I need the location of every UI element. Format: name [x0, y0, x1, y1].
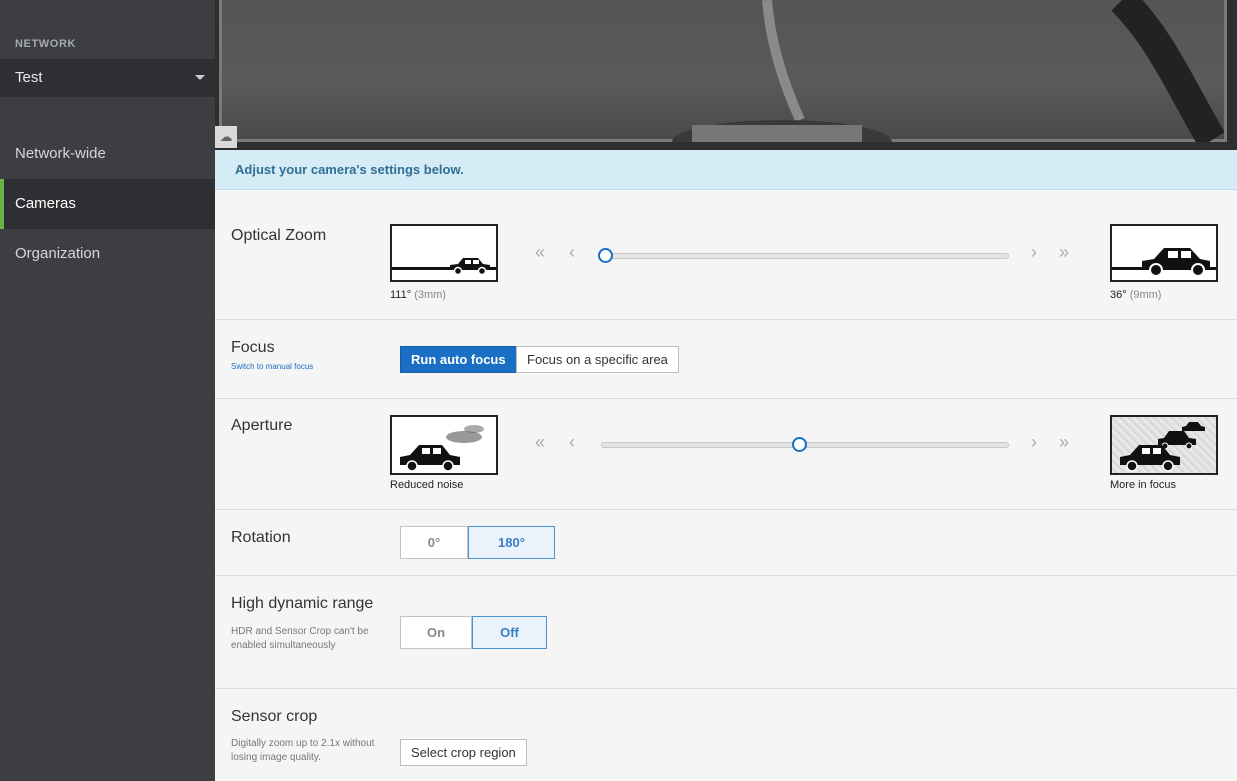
zoom-out-step-icon[interactable]: ‹ — [569, 242, 575, 263]
reduced-noise-caption: Reduced noise — [390, 479, 464, 491]
reduced-noise-thumbnail — [390, 415, 498, 475]
video-image — [672, 0, 1224, 142]
banner-text: Adjust your camera's settings below. — [235, 162, 464, 177]
aperture-row: Aperture Reduced noise « ‹ › » More in f… — [215, 399, 1237, 510]
network-selector[interactable]: Test — [0, 59, 215, 97]
telephoto-value: 36° — [1110, 289, 1127, 301]
rotation-option-0[interactable]: 0° — [400, 526, 468, 559]
wide-angle-value: 111° — [390, 289, 412, 301]
aperture-step-down-icon[interactable]: ‹ — [569, 432, 575, 453]
optical-zoom-row: Optical Zoom 111° (3mm) « ‹ › » 36° (9mm… — [215, 190, 1237, 320]
zoom-in-step-icon[interactable]: › — [1031, 242, 1037, 263]
network-label: NETWORK — [15, 38, 77, 50]
zoom-out-max-icon[interactable]: « — [535, 242, 545, 263]
zoom-slider-handle[interactable] — [597, 248, 613, 263]
switch-to-manual-focus-link[interactable]: Switch to manual focus — [231, 362, 313, 371]
main-content: ☁ Adjust your camera's settings below. O… — [215, 0, 1237, 781]
hdr-note: HDR and Sensor Crop can't be enabled sim… — [231, 626, 369, 651]
sidebar-item-organization[interactable]: Organization — [0, 229, 215, 279]
network-selector-value: Test — [15, 69, 43, 86]
sensor-crop-title: Sensor crop — [231, 708, 318, 725]
more-in-focus-caption: More in focus — [1110, 479, 1177, 491]
sidebar: NETWORK Test Network-wide Cameras Organi… — [0, 0, 215, 781]
sidebar-item-network-wide[interactable]: Network-wide — [0, 129, 215, 179]
car-icon — [450, 258, 490, 276]
aperture-min-icon[interactable]: « — [535, 432, 545, 453]
rotation-option-180[interactable]: 180° — [468, 526, 555, 559]
video-frame — [219, 0, 1227, 142]
rotation-title: Rotation — [231, 529, 291, 546]
focused-cars-icon — [1120, 422, 1205, 472]
more-in-focus-thumbnail — [1110, 415, 1218, 475]
zoom-in-max-icon[interactable]: » — [1059, 242, 1069, 263]
focus-row: Focus Switch to manual focus Run auto fo… — [215, 320, 1237, 399]
aperture-step-up-icon[interactable]: › — [1031, 432, 1037, 453]
hdr-option-off[interactable]: Off — [472, 616, 547, 649]
hdr-toggle: On Off — [400, 616, 547, 649]
cloud-icon[interactable]: ☁ — [215, 126, 237, 148]
sensor-crop-row: Sensor crop Digitally zoom up to 2.1x wi… — [215, 689, 1237, 781]
camera-video-preview: ☁ — [215, 0, 1237, 150]
sidebar-item-cameras[interactable]: Cameras — [0, 179, 215, 229]
caret-down-icon — [195, 75, 205, 80]
sensor-crop-note: Digitally zoom up to 2.1x without losing… — [231, 738, 375, 763]
telephoto-thumbnail — [1110, 224, 1218, 282]
blurred-cars-icon — [400, 425, 484, 472]
hdr-row: High dynamic range HDR and Sensor Crop c… — [215, 576, 1237, 689]
telephoto-caption: 36° (9mm) — [1110, 289, 1161, 301]
focus-title: Focus — [231, 339, 275, 356]
wide-angle-mm: (3mm) — [414, 289, 446, 301]
telephoto-mm: (9mm) — [1129, 289, 1162, 301]
focus-specific-area-button[interactable]: Focus on a specific area — [516, 346, 679, 373]
aperture-slider-handle[interactable] — [792, 437, 808, 452]
wide-angle-thumbnail — [390, 224, 498, 282]
hdr-title: High dynamic range — [231, 595, 374, 612]
aperture-title: Aperture — [231, 417, 293, 434]
run-auto-focus-button[interactable]: Run auto focus — [400, 346, 517, 373]
rotation-toggle: 0° 180° — [400, 526, 555, 559]
info-banner: Adjust your camera's settings below. — [215, 150, 1237, 190]
wide-angle-caption: 111° (3mm) — [390, 289, 446, 301]
optical-zoom-title: Optical Zoom — [231, 227, 327, 244]
car-icon — [1142, 248, 1210, 277]
hdr-option-on[interactable]: On — [400, 616, 472, 649]
select-crop-region-button[interactable]: Select crop region — [400, 739, 527, 766]
rotation-row: Rotation 0° 180° — [215, 510, 1237, 576]
aperture-max-icon[interactable]: » — [1059, 432, 1069, 453]
zoom-slider-track[interactable] — [601, 253, 1009, 259]
